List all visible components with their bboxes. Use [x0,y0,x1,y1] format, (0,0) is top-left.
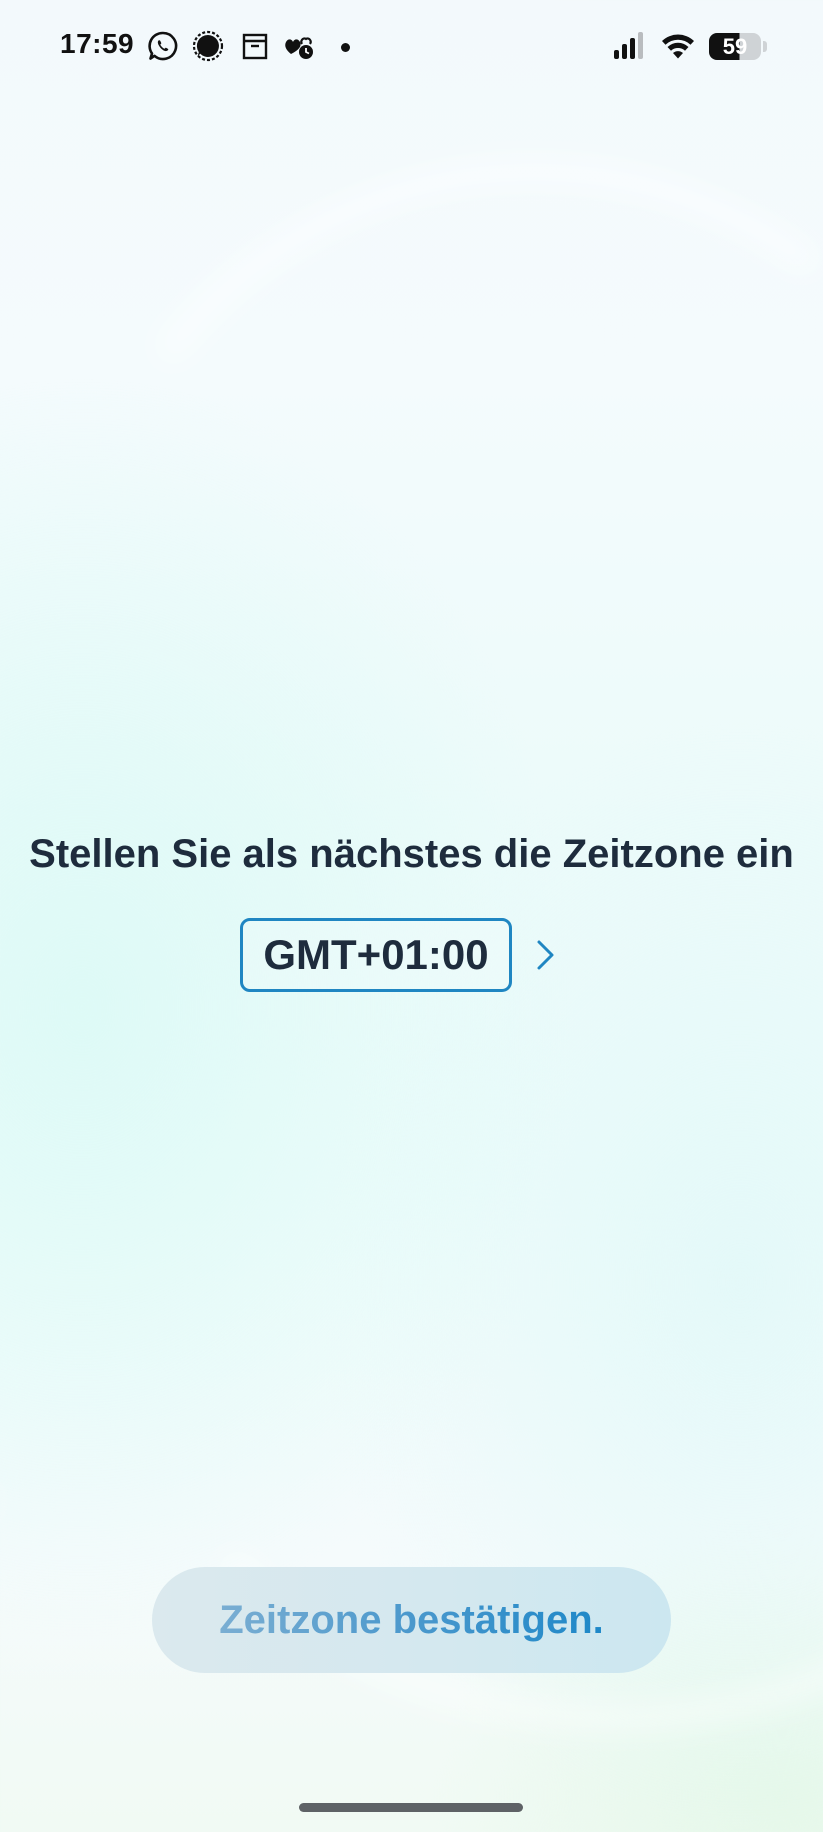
wifi-icon [662,34,694,59]
chevron-right-icon[interactable] [534,938,558,972]
cellular-signal-icon [614,32,643,59]
battery-icon: 59 [709,33,767,60]
confirm-timezone-label: Zeitzone bestätigen. [219,1598,604,1642]
battery-percentage: 59 [722,34,748,59]
timezone-value-field[interactable]: GMT+01:00 [240,918,512,992]
home-indicator[interactable] [299,1803,523,1812]
page-title: Stellen Sie als nächstes die Zeitzone ei… [29,832,794,876]
hearts-clock-icon [285,37,313,59]
battery-cap [763,41,767,52]
confirm-timezone-button[interactable]: Zeitzone bestätigen. [152,1567,671,1673]
status-time: 17:59 [60,28,135,59]
whatsapp-icon [148,31,178,61]
signal-messenger-icon [192,30,224,62]
status-bar: 17:59 59 [0,0,823,96]
background-swirl [0,372,823,1716]
background-swirl [0,98,823,1170]
archive-box-icon [242,33,268,60]
more-notifications-dot [341,43,350,52]
timezone-selector[interactable]: GMT+01:00 [240,918,580,996]
